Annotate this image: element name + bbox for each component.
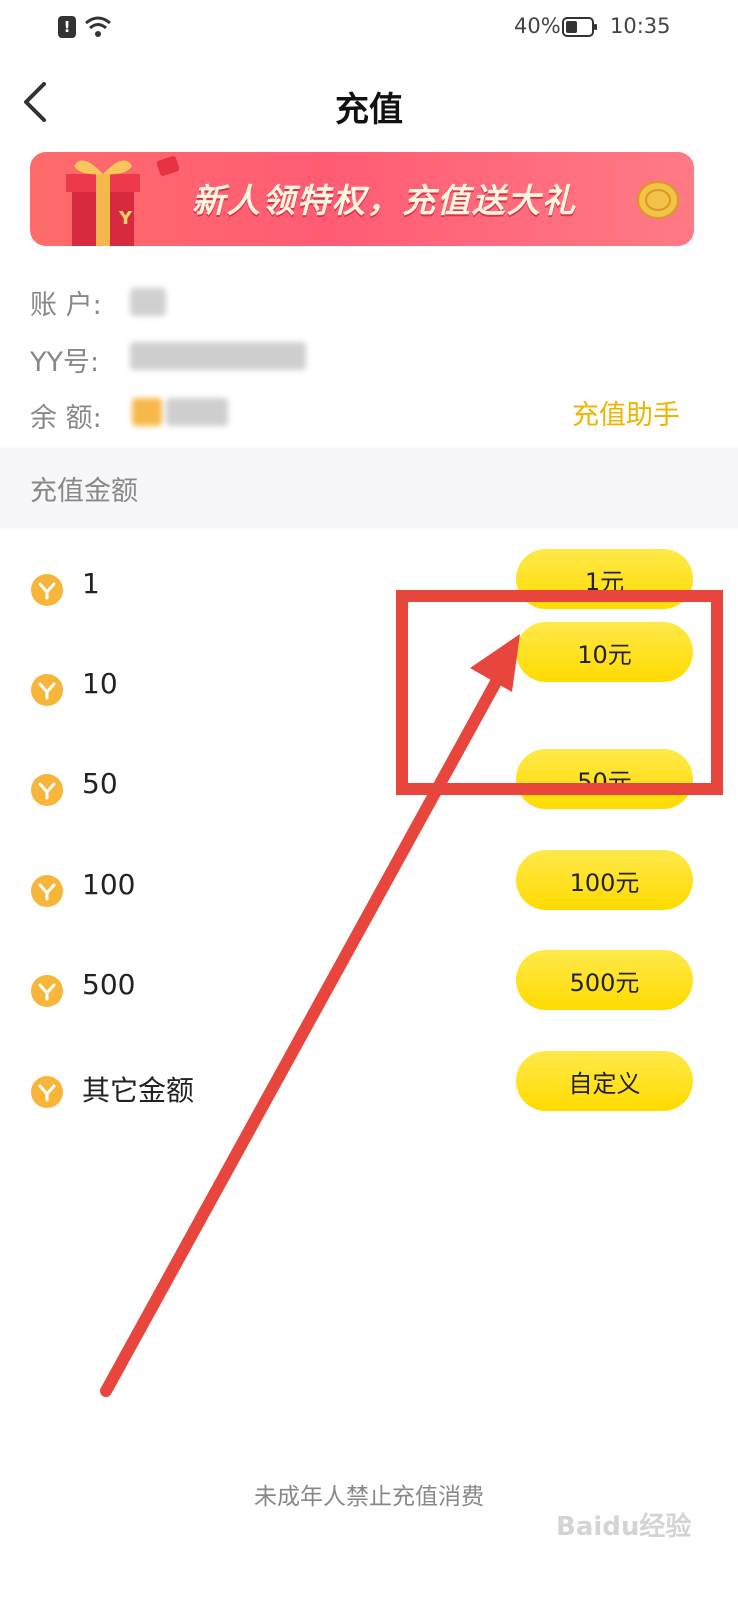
battery-icon — [562, 17, 597, 37]
amount-label: 1 — [82, 567, 100, 600]
yb-coin-icon — [31, 975, 63, 1007]
yb-coin-icon — [31, 774, 63, 806]
custom-amount-button[interactable]: 自定义 — [516, 1051, 693, 1111]
recharge-amount-section: 充值金额 — [0, 447, 738, 529]
recharge-500-button[interactable]: 500元 — [516, 950, 693, 1010]
recharge-10-button[interactable]: 10元 — [516, 622, 693, 682]
amount-label: 100 — [82, 868, 136, 901]
amount-row: 10 10元 — [0, 622, 738, 749]
amount-label: 10 — [82, 667, 118, 700]
yb-coin-icon — [31, 875, 63, 907]
recharge-50-button[interactable]: 50元 — [516, 749, 693, 809]
amount-label: 50 — [82, 767, 118, 800]
account-value-redacted — [130, 288, 166, 316]
recharge-100-button[interactable]: 100元 — [516, 850, 693, 910]
yb-coin-icon — [31, 674, 63, 706]
watermark: Baidu经验 — [556, 1512, 692, 1542]
recharge-1-button[interactable]: 1元 — [516, 549, 693, 609]
yb-coin-icon — [31, 1076, 63, 1108]
svg-text:Y: Y — [118, 208, 133, 229]
amount-row: 其它金额 自定义 — [0, 1051, 738, 1151]
amount-row: 500 500元 — [0, 950, 738, 1050]
amount-label: 500 — [82, 968, 136, 1001]
balance-label: 余 额: — [30, 403, 102, 434]
recharge-helper-link[interactable]: 充值助手 — [572, 393, 680, 432]
amount-label: 其它金额 — [82, 1074, 195, 1107]
account-label: 账 户: — [30, 290, 102, 321]
yy-number-value-redacted — [130, 342, 306, 370]
promo-banner[interactable]: Y 新人领特权，充值送大礼 — [30, 152, 694, 246]
gift-box-icon: Y — [66, 156, 180, 246]
coin-icon — [637, 181, 679, 219]
yy-number-label: YY号: — [30, 347, 100, 378]
balance-coin-redacted — [132, 398, 162, 426]
page-title: 充值 — [335, 90, 403, 130]
amount-row: 50 50元 — [0, 749, 738, 849]
clock: 10:35 — [610, 14, 671, 38]
amount-row: 100 100元 — [0, 850, 738, 950]
section-label: 充值金额 — [30, 476, 138, 507]
battery-percent: 40% — [514, 14, 561, 38]
status-bar: ! 40% 10:35 — [0, 0, 738, 56]
banner-text: 新人领特权，充值送大礼 — [192, 181, 577, 220]
balance-value-redacted — [166, 398, 228, 426]
wifi-icon — [85, 16, 111, 37]
alert-icon: ! — [58, 16, 76, 38]
yb-coin-icon — [31, 574, 63, 606]
